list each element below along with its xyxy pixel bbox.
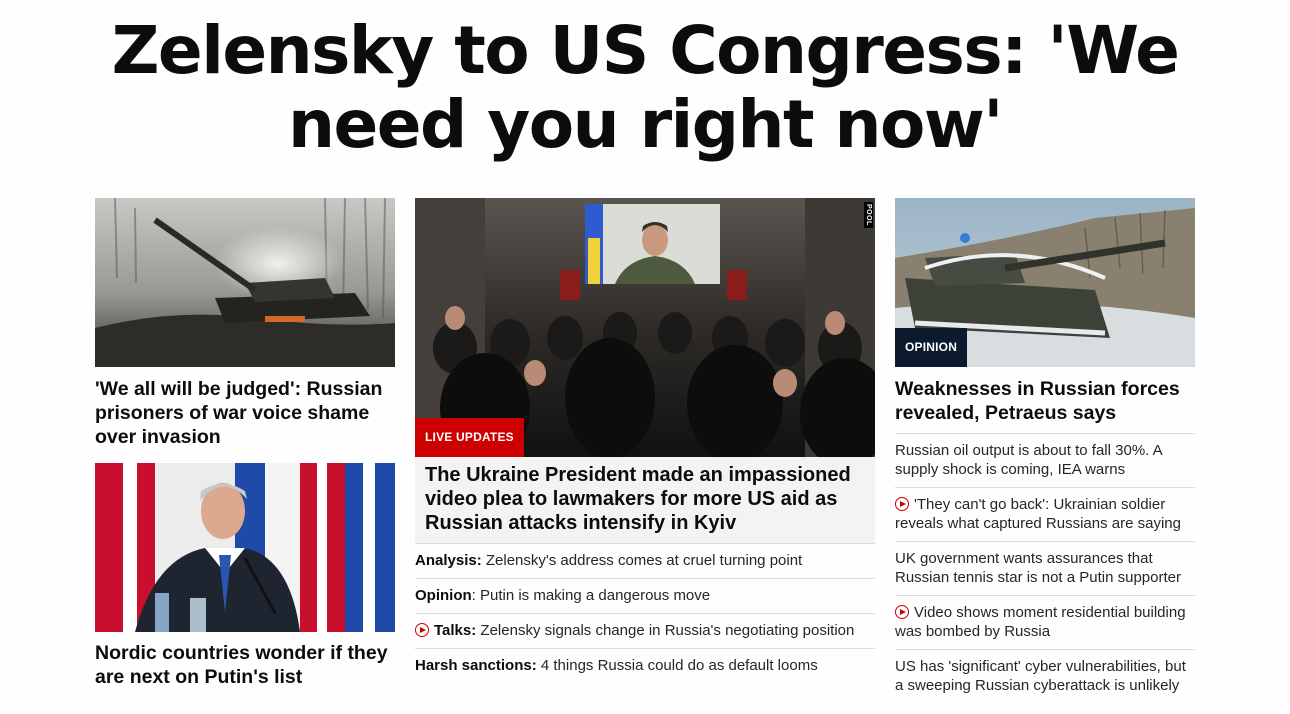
talks-link[interactable]: Talks: Zelensky signals change in Russia… (415, 622, 854, 639)
link-label: Opinion (415, 587, 472, 604)
soldier-video-link[interactable]: 'They can't go back': Ukrainian soldier … (895, 496, 1181, 532)
link-label: Analysis: (415, 552, 482, 569)
play-circle-icon (895, 605, 909, 619)
zelensky-congress-image[interactable]: POOL LIVE UPDATES (415, 198, 875, 457)
oil-output-link[interactable]: Russian oil output is about to fall 30%.… (895, 442, 1162, 478)
niinisto-press-image[interactable] (95, 463, 395, 632)
tank-burning-image[interactable] (95, 198, 395, 367)
left-column: 'We all will be judged': Russian prisone… (95, 198, 395, 689)
sanctions-link[interactable]: Harsh sanctions: 4 things Russia could d… (415, 657, 818, 674)
link-text: Zelensky signals change in Russia's nego… (476, 622, 855, 639)
opinion-link[interactable]: Opinion: Putin is making a dangerous mov… (415, 587, 710, 604)
live-updates-badge: LIVE UPDATES (415, 418, 524, 457)
opinion-badge: OPINION (895, 328, 968, 367)
list-item: Video shows moment residential building … (895, 595, 1195, 649)
link-text: Zelensky's address comes at cruel turnin… (481, 552, 803, 569)
tennis-star-link[interactable]: UK government wants assurances that Russ… (895, 550, 1181, 586)
building-video-link[interactable]: Video shows moment residential building … (895, 604, 1186, 640)
play-circle-icon (895, 497, 909, 511)
link-label: Harsh sanctions: (415, 657, 537, 674)
zelensky-story-title[interactable]: The Ukraine President made an impassione… (415, 457, 875, 543)
link-text: 4 things Russia could do as default loom… (536, 657, 818, 674)
list-item: 'They can't go back': Ukrainian soldier … (895, 487, 1195, 541)
list-item: Russian oil output is about to fall 30%.… (895, 433, 1195, 487)
nordic-story-title[interactable]: Nordic countries wonder if they are next… (95, 641, 395, 689)
photo-credit: POOL (864, 202, 873, 228)
analysis-link[interactable]: Analysis: Zelensky's address comes at cr… (415, 552, 802, 569)
link-text: : Putin is making a dangerous move (471, 587, 711, 604)
cyber-link[interactable]: US has 'significant' cyber vulnerabiliti… (895, 658, 1186, 694)
list-item: US has 'significant' cyber vulnerabiliti… (895, 649, 1195, 703)
list-item: UK government wants assurances that Russ… (895, 541, 1195, 595)
list-item: Talks: Zelensky signals change in Russia… (415, 613, 875, 648)
list-item: Harsh sanctions: 4 things Russia could d… (415, 648, 875, 683)
middle-column: POOL LIVE UPDATES The Ukraine President … (415, 198, 875, 683)
prisoners-story-title[interactable]: 'We all will be judged': Russian prisone… (95, 377, 395, 449)
snowy-tank-image[interactable]: OPINION (895, 198, 1195, 367)
right-column: OPINION Weaknesses in Russian forces rev… (895, 198, 1195, 703)
link-label: Talks: (434, 622, 477, 639)
link-text: Video shows moment residential building … (895, 604, 1186, 640)
related-links-list: Analysis: Zelensky's address comes at cr… (415, 543, 875, 683)
right-links-list: Russian oil output is about to fall 30%.… (895, 433, 1195, 703)
link-text: 'They can't go back': Ukrainian soldier … (895, 496, 1181, 532)
play-circle-icon (415, 623, 429, 637)
main-headline: Zelensky to US Congress: 'We need you ri… (100, 14, 1190, 162)
list-item: Opinion: Putin is making a dangerous mov… (415, 578, 875, 613)
main-headline-link[interactable]: Zelensky to US Congress: 'We need you ri… (112, 12, 1180, 163)
petraeus-story-title[interactable]: Weaknesses in Russian forces revealed, P… (895, 377, 1195, 433)
list-item: Analysis: Zelensky's address comes at cr… (415, 543, 875, 578)
